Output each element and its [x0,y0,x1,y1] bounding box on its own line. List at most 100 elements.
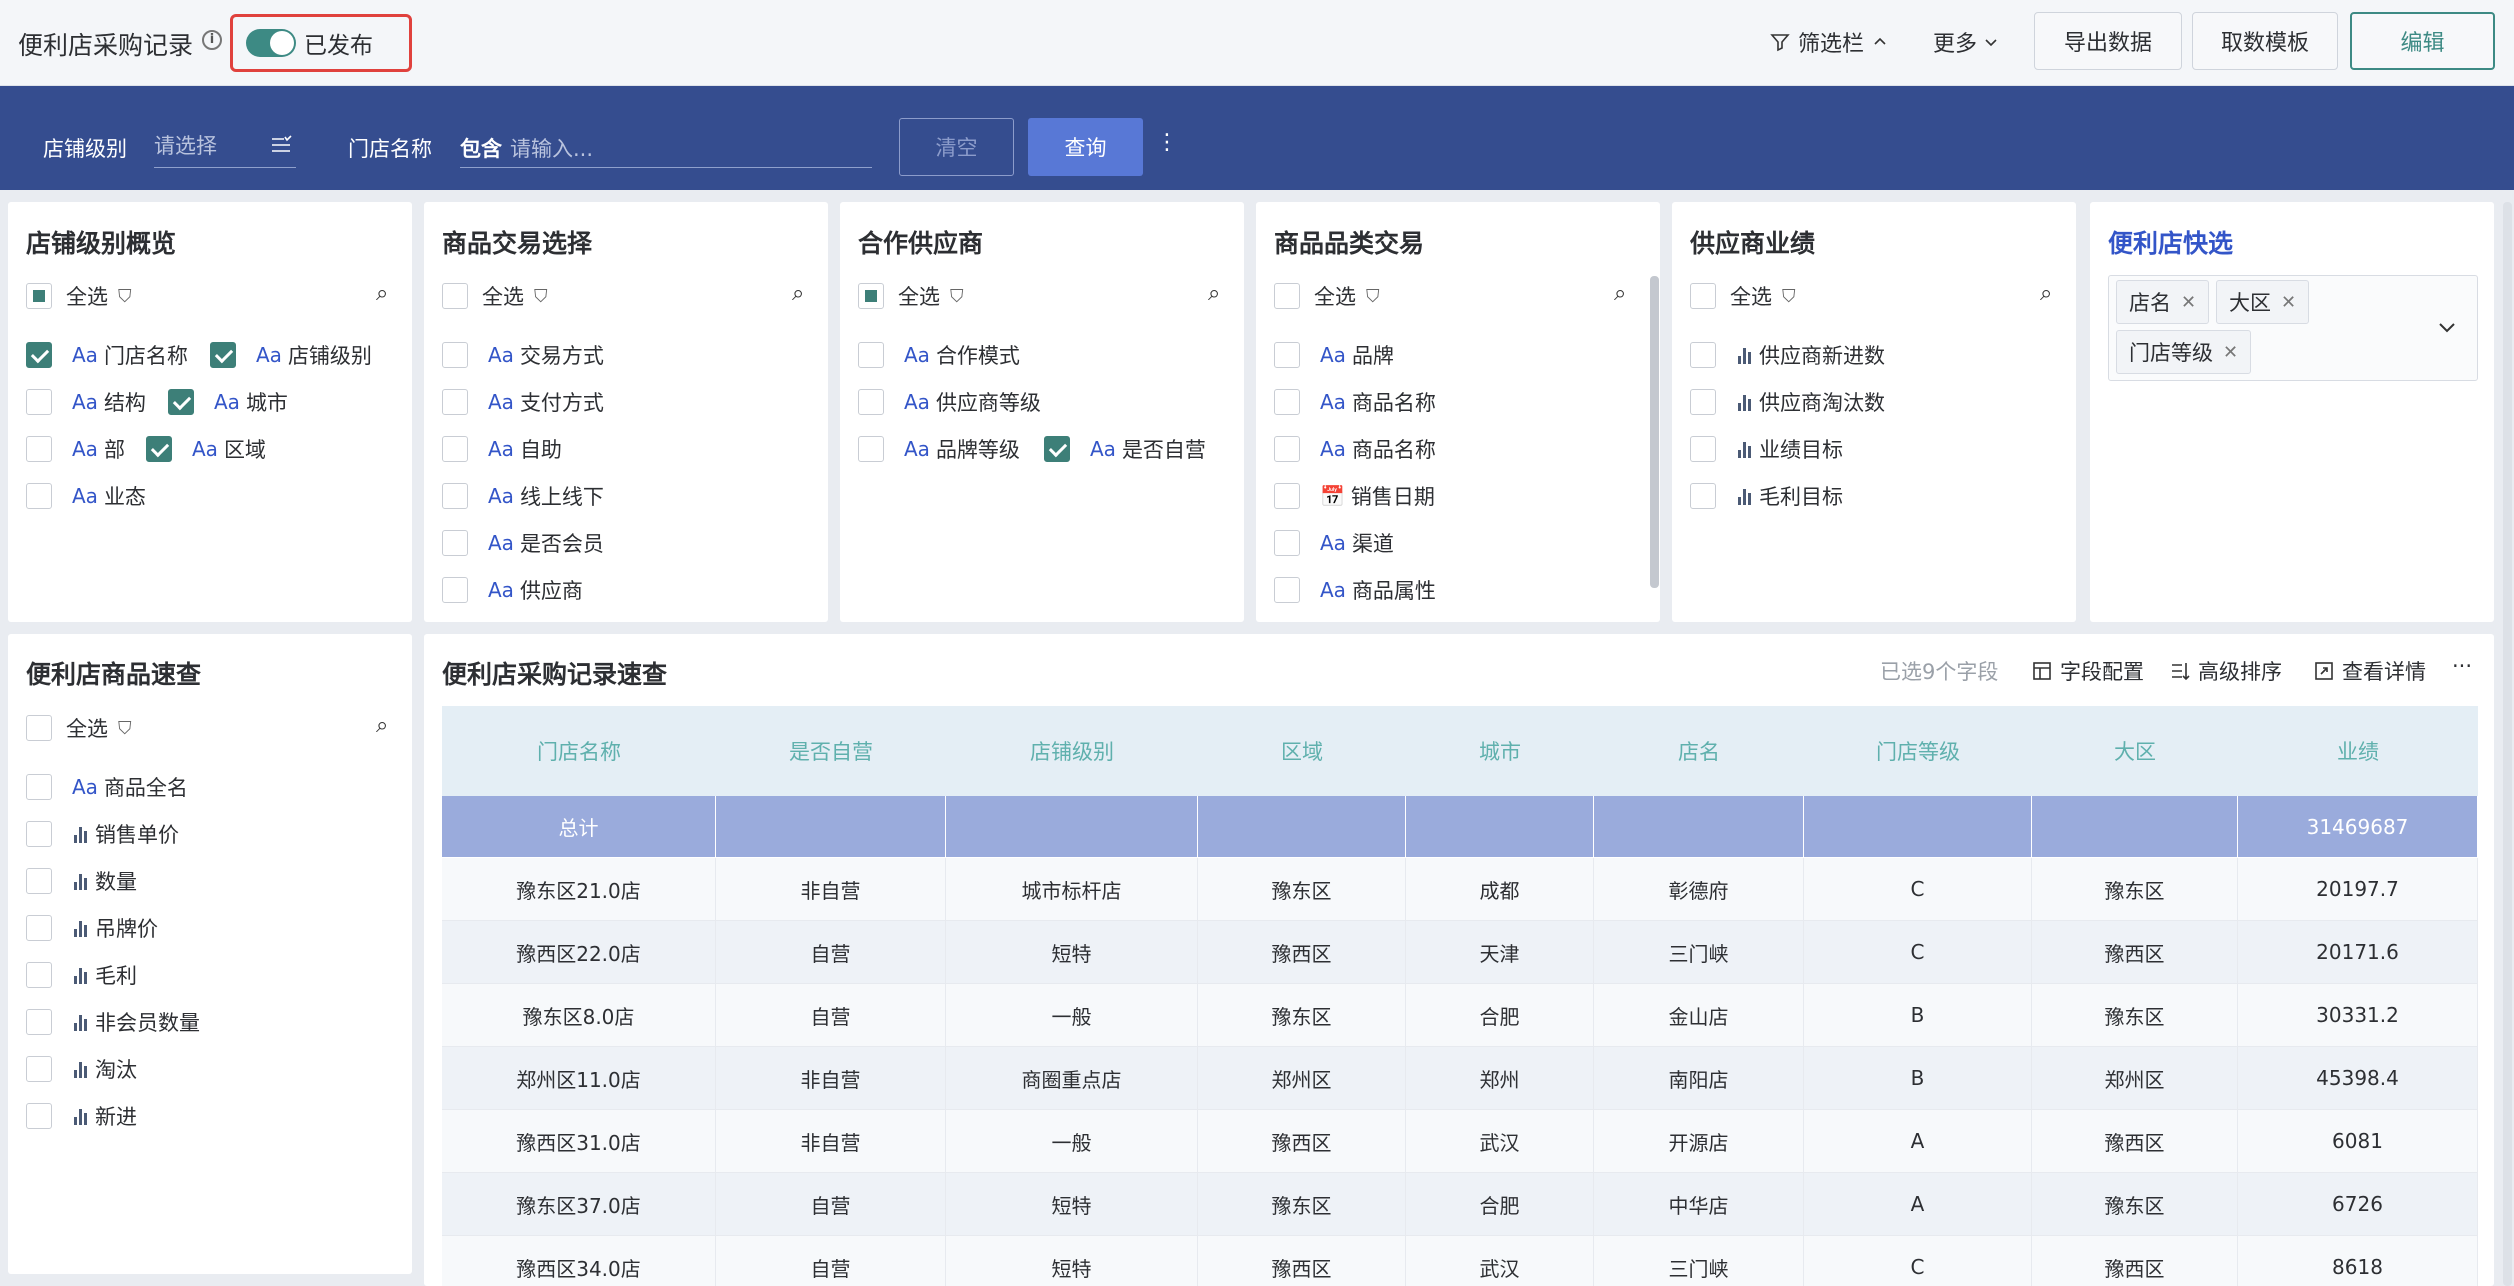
close-icon[interactable]: ✕ [2181,292,2196,313]
filter-icon[interactable]: ⛉ [1366,286,1380,307]
filterbar-toggle-button[interactable]: 筛选栏 [1770,26,1888,58]
list-item[interactable]: Aa 供应商 [442,575,583,605]
select-all-checkbox[interactable] [1690,283,1716,309]
list-item[interactable]: Aa 商品属性 [1274,575,1436,605]
filter-icon[interactable]: ⛉ [950,286,964,307]
close-icon[interactable]: ✕ [2223,342,2238,363]
tag-region[interactable]: 大区 ✕ [2216,280,2310,324]
list-item[interactable]: Aa 城市 [168,387,288,417]
filter-icon[interactable]: ⛉ [118,718,132,739]
list-item[interactable]: Aa 交易方式 [442,340,604,370]
list-item[interactable]: 淘汰 [26,1054,137,1084]
list-item[interactable]: Aa 商品名称 [1274,434,1436,464]
select-all-supplier[interactable]: 全选 ⛉ [858,281,964,311]
checkbox[interactable] [1690,389,1716,415]
close-icon[interactable]: ✕ [2281,292,2296,313]
select-all-trade[interactable]: 全选 ⛉ [442,281,548,311]
filter-icon[interactable]: ⛉ [534,286,548,307]
list-item[interactable]: Aa 部 [26,434,125,464]
checkbox[interactable] [442,483,468,509]
checkbox[interactable] [26,962,52,988]
select-all-checkbox[interactable] [442,283,468,309]
select-all-goods[interactable]: 全选 ⛉ [26,713,132,743]
chevron-down-icon[interactable] [2436,316,2458,338]
checkbox[interactable] [442,389,468,415]
checkbox[interactable] [210,342,236,368]
list-select-icon[interactable] [270,134,292,156]
checkbox[interactable] [1274,436,1300,462]
fetch-template-button[interactable]: 取数模板 [2192,12,2338,70]
select-all-category[interactable]: 全选 ⛉ [1274,281,1380,311]
list-item[interactable]: 吊牌价 [26,913,158,943]
search-icon[interactable]: ⌕ [2040,281,2052,306]
list-item[interactable]: 毛利 [26,960,137,990]
checkbox[interactable] [1274,577,1300,603]
list-item[interactable]: 供应商新进数 [1690,340,1885,370]
checkbox[interactable] [26,1009,52,1035]
checkbox[interactable] [1274,530,1300,556]
checkbox[interactable] [26,774,52,800]
list-item[interactable]: 非会员数量 [26,1007,200,1037]
checkbox[interactable] [26,342,52,368]
search-icon[interactable]: ⌕ [1208,281,1220,306]
select-all-checkbox[interactable] [26,283,52,309]
query-button[interactable]: 查询 [1028,118,1143,176]
checkbox[interactable] [442,342,468,368]
list-item[interactable]: 业绩目标 [1690,434,1843,464]
checkbox[interactable] [26,1103,52,1129]
field-config-button[interactable]: 字段配置 [2032,656,2144,686]
scrollbar[interactable] [1650,276,1659,588]
search-icon[interactable]: ⌕ [376,281,388,306]
checkbox[interactable] [1274,483,1300,509]
checkbox[interactable] [442,530,468,556]
page-scrollbar[interactable] [2503,202,2512,1286]
checkbox[interactable] [26,483,52,509]
list-item[interactable]: Aa 线上线下 [442,481,604,511]
checkbox[interactable] [26,436,52,462]
list-item[interactable]: Aa 商品全名 [26,772,188,802]
list-item[interactable]: 毛利目标 [1690,481,1843,511]
checkbox[interactable] [168,389,194,415]
list-item[interactable]: Aa 区域 [146,434,266,464]
export-data-button[interactable]: 导出数据 [2034,12,2182,70]
list-item[interactable]: 供应商淘汰数 [1690,387,1885,417]
list-item[interactable]: Aa 是否自营 [1044,434,1206,464]
select-all-checkbox[interactable] [1274,283,1300,309]
list-item[interactable]: Aa 是否会员 [442,528,604,558]
list-item[interactable]: Aa 渠道 [1274,528,1394,558]
view-details-button[interactable]: 查看详情 [2314,656,2426,686]
select-all-performance[interactable]: 全选 ⛉ [1690,281,1796,311]
store-name-match-mode[interactable]: 包含 [460,133,502,163]
checkbox[interactable] [146,436,172,462]
select-all-checkbox[interactable] [858,283,884,309]
list-item[interactable]: Aa 供应商等级 [858,387,1041,417]
list-item[interactable]: Aa 商品名称 [1274,387,1436,417]
filter-more-icon[interactable]: ⋮ [1156,130,1178,155]
list-item[interactable]: 新进 [26,1101,137,1131]
checkbox[interactable] [26,389,52,415]
list-item[interactable]: Aa 支付方式 [442,387,604,417]
list-item[interactable]: Aa 品牌等级 [858,434,1020,464]
list-item[interactable]: 数量 [26,866,137,896]
checkbox[interactable] [1690,342,1716,368]
clear-button[interactable]: 清空 [899,118,1014,176]
checkbox[interactable] [1274,342,1300,368]
filter-icon[interactable]: ⛉ [118,286,132,307]
filter-icon[interactable]: ⛉ [1782,286,1796,307]
list-item[interactable]: 销售单价 [26,819,179,849]
list-item[interactable]: Aa 门店名称 [26,340,188,370]
search-icon[interactable]: ⌕ [376,713,388,738]
select-all-checkbox[interactable] [26,715,52,741]
checkbox[interactable] [858,389,884,415]
checkbox[interactable] [1044,436,1070,462]
checkbox[interactable] [1274,389,1300,415]
checkbox[interactable] [858,342,884,368]
tag-store-name[interactable]: 店名 ✕ [2116,280,2210,324]
advanced-sort-button[interactable]: 高级排序 [2170,656,2282,686]
checkbox[interactable] [858,436,884,462]
search-icon[interactable]: ⌕ [792,281,804,306]
tag-store-grade[interactable]: 门店等级 ✕ [2116,330,2252,374]
checkbox[interactable] [26,821,52,847]
list-item[interactable]: Aa 自助 [442,434,562,464]
checkbox[interactable] [1690,436,1716,462]
